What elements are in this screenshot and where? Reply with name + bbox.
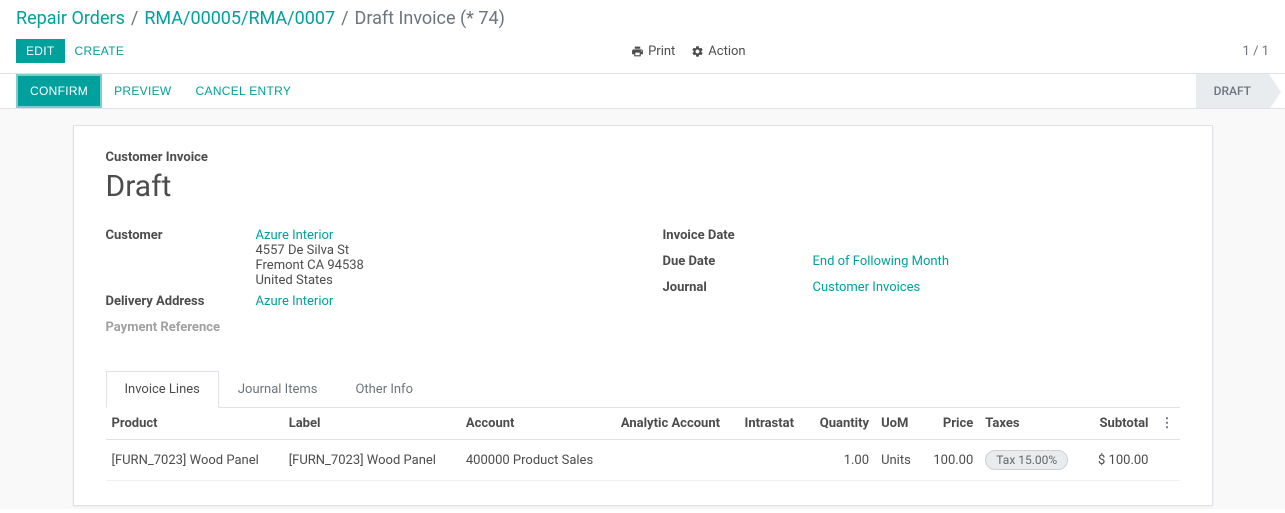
breadcrumb: Repair Orders / RMA/00005/RMA/0007 / Dra… xyxy=(0,0,1285,33)
form-left-column: Customer Azure Interior 4557 De Silva St… xyxy=(106,228,623,346)
col-product[interactable]: Product xyxy=(106,408,283,440)
breadcrumb-sep: / xyxy=(341,8,348,29)
pager-current: 1 xyxy=(1243,44,1250,59)
print-label: Print xyxy=(648,44,675,59)
address-line2: Fremont CA 94538 xyxy=(256,258,364,273)
due-date-label: Due Date xyxy=(663,254,813,269)
cell-analytic xyxy=(615,440,739,481)
main-content: Customer Invoice Draft Customer Azure In… xyxy=(0,109,1285,509)
print-button[interactable]: Print xyxy=(631,44,675,59)
control-bar: Edit Create Print Action 1 / 1 xyxy=(0,33,1285,73)
confirm-button[interactable]: Confirm xyxy=(16,74,102,108)
payment-ref-label: Payment Reference xyxy=(106,320,256,335)
edit-button[interactable]: Edit xyxy=(16,39,65,63)
section-title: Customer Invoice xyxy=(106,150,1180,165)
tabs: Invoice Lines Journal Items Other Info xyxy=(106,370,1180,408)
cell-menu xyxy=(1155,440,1180,481)
breadcrumb-root[interactable]: Repair Orders xyxy=(16,8,125,29)
form-right-column: Invoice Date Due Date End of Following M… xyxy=(663,228,1180,346)
cell-taxes: Tax 15.00% xyxy=(979,440,1085,481)
status-badge: Draft xyxy=(1196,74,1269,108)
col-taxes[interactable]: Taxes xyxy=(979,408,1085,440)
cell-quantity: 1.00 xyxy=(807,440,875,481)
col-intrastat[interactable]: Intrastat xyxy=(739,408,807,440)
cell-product: [FURN_7023] Wood Panel xyxy=(106,440,283,481)
customer-value: Azure Interior 4557 De Silva St Fremont … xyxy=(256,228,623,288)
journal-value[interactable]: Customer Invoices xyxy=(813,280,921,295)
action-label: Action xyxy=(708,44,745,59)
customer-link[interactable]: Azure Interior xyxy=(256,228,334,243)
form-sheet: Customer Invoice Draft Customer Azure In… xyxy=(73,125,1213,506)
col-analytic[interactable]: Analytic Account xyxy=(615,408,739,440)
breadcrumb-path[interactable]: RMA/00005/RMA/0007 xyxy=(144,8,335,29)
cell-intrastat xyxy=(739,440,807,481)
col-price[interactable]: Price xyxy=(921,408,979,440)
col-menu-icon[interactable]: ⋮ xyxy=(1155,408,1180,440)
cell-uom: Units xyxy=(875,440,921,481)
address-line1: 4557 De Silva St xyxy=(256,243,350,258)
tax-pill: Tax 15.00% xyxy=(985,450,1068,470)
cell-label: [FURN_7023] Wood Panel xyxy=(283,440,460,481)
pager-total: 1 xyxy=(1262,44,1269,59)
page-title: Draft xyxy=(106,169,1180,204)
tab-other-info[interactable]: Other Info xyxy=(336,371,432,408)
col-subtotal[interactable]: Subtotal xyxy=(1085,408,1155,440)
cancel-entry-button[interactable]: Cancel Entry xyxy=(184,74,304,108)
col-account[interactable]: Account xyxy=(460,408,615,440)
address-country: United States xyxy=(256,273,333,288)
col-uom[interactable]: UoM xyxy=(875,408,921,440)
breadcrumb-sep: / xyxy=(131,8,138,29)
tab-journal-items[interactable]: Journal Items xyxy=(219,371,337,408)
col-quantity[interactable]: Quantity xyxy=(807,408,875,440)
preview-button[interactable]: Preview xyxy=(102,74,183,108)
cell-price: 100.00 xyxy=(921,440,979,481)
create-button[interactable]: Create xyxy=(65,39,135,63)
gear-icon xyxy=(691,45,704,58)
breadcrumb-current: Draft Invoice (* 74) xyxy=(355,8,505,29)
print-icon xyxy=(631,45,644,58)
due-date-value[interactable]: End of Following Month xyxy=(813,254,949,269)
action-button[interactable]: Action xyxy=(691,44,745,59)
invoice-lines-table: Product Label Account Analytic Account I… xyxy=(106,408,1180,481)
customer-label: Customer xyxy=(106,228,256,243)
journal-label: Journal xyxy=(663,280,813,295)
col-label[interactable]: Label xyxy=(283,408,460,440)
cell-account: 400000 Product Sales xyxy=(460,440,615,481)
statusbar: Confirm Preview Cancel Entry Draft xyxy=(0,73,1285,109)
cell-subtotal: $ 100.00 xyxy=(1085,440,1155,481)
delivery-label: Delivery Address xyxy=(106,294,256,309)
invoice-date-label: Invoice Date xyxy=(663,228,813,243)
table-row[interactable]: [FURN_7023] Wood Panel [FURN_7023] Wood … xyxy=(106,440,1180,481)
delivery-link[interactable]: Azure Interior xyxy=(256,294,334,309)
tab-invoice-lines[interactable]: Invoice Lines xyxy=(106,371,219,408)
pager[interactable]: 1 / 1 xyxy=(1243,44,1269,59)
